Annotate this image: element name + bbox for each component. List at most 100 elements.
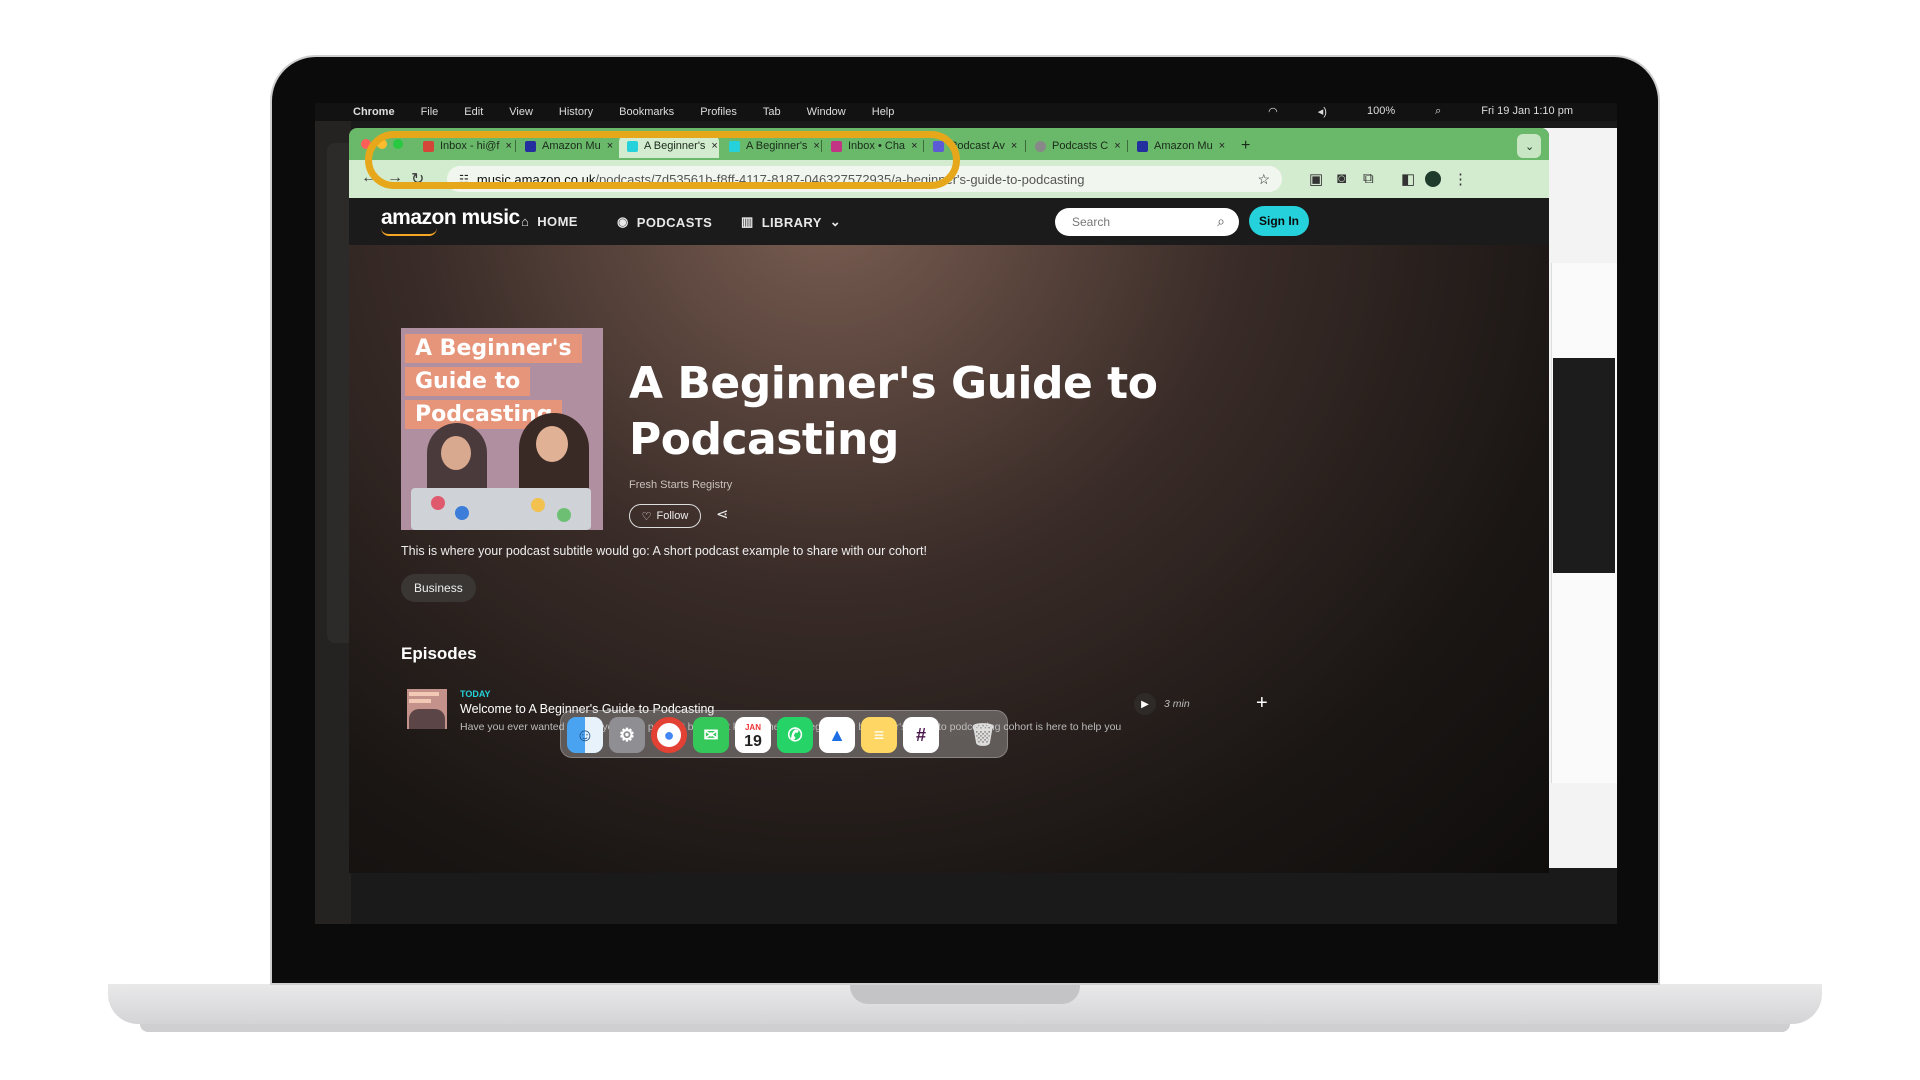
menu-help[interactable]: Help	[872, 106, 895, 118]
background-thumbnail	[1553, 358, 1615, 573]
finder-icon[interactable]: ☺	[567, 717, 603, 753]
sign-in-button[interactable]: Sign In	[1249, 206, 1309, 236]
bookmark-star-icon[interactable]: ☆	[1257, 171, 1270, 188]
sticker-icon	[531, 498, 545, 512]
tab-search-chevron-icon[interactable]: ⌄	[1517, 134, 1541, 158]
play-icon[interactable]: ▶	[1134, 693, 1156, 715]
podcast-cover-art: A Beginner's Guide to Podcasting	[401, 328, 603, 530]
messages-icon[interactable]: ✉	[693, 717, 729, 753]
nav-podcasts-label: PODCASTS	[636, 214, 713, 230]
nordvpn-icon[interactable]: ▲	[819, 717, 855, 753]
tab-divider	[1025, 140, 1026, 152]
macos-dock: ☺ ⚙ ● ✉ JAN 19 ✆ ▲ ≡ # 🗑	[560, 710, 1008, 758]
cover-title-line-2: Guide to	[405, 367, 531, 396]
amazon-music-page: amazon music ⌂ HOME ◉ PODCASTS ▥ LIBRARY	[349, 198, 1549, 873]
slack-icon[interactable]: #	[903, 717, 939, 753]
stage: Chrome File Edit View History Bookmarks …	[0, 0, 1920, 1080]
close-tab-icon[interactable]: ×	[1011, 140, 1017, 152]
cover-face-left	[441, 436, 471, 470]
volume-icon[interactable]: ◂)	[1318, 105, 1327, 118]
episodes-heading: Episodes	[401, 644, 477, 663]
sticker-icon	[455, 506, 469, 520]
battery-label[interactable]: 100%	[1367, 105, 1395, 118]
podcast-mic-icon: ◉	[617, 214, 629, 229]
episode-duration: 3 min	[1164, 698, 1190, 710]
globe-icon	[1035, 140, 1046, 152]
thumb-text-band	[409, 699, 431, 703]
tab-podcasts[interactable]: Podcasts C ×	[1027, 134, 1127, 158]
menubar-status: ◠ ◂) 100% ⌕ Fri 19 Jan 1:10 pm	[1268, 105, 1599, 118]
profile-avatar[interactable]	[1425, 171, 1441, 187]
library-icon: ▥	[741, 214, 754, 229]
add-episode-icon[interactable]: +	[1256, 692, 1268, 715]
follow-button[interactable]: ♡ Follow	[629, 504, 701, 528]
tab-divider	[1127, 140, 1128, 152]
search-input[interactable]: Search ⌕	[1055, 208, 1239, 236]
wifi-icon[interactable]: ◠	[1268, 105, 1278, 118]
cover-title-line-1: A Beginner's	[405, 334, 582, 363]
trash-icon[interactable]: 🗑	[965, 717, 1001, 753]
share-icon[interactable]: ⋖	[716, 505, 729, 523]
laptop-base-shadow	[140, 1024, 1790, 1032]
amazon-music-navbar: amazon music ⌂ HOME ◉ PODCASTS ▥ LIBRARY	[349, 198, 1549, 245]
amazon-music-icon	[1137, 140, 1148, 152]
thumb-text-band	[409, 692, 439, 696]
genre-tag[interactable]: Business	[401, 574, 476, 602]
podcast-subtitle: This is where your podcast subtitle woul…	[401, 544, 927, 558]
whatsapp-icon[interactable]: ✆	[777, 717, 813, 753]
sticker-icon	[557, 508, 571, 522]
tab-label: Podcasts C	[1052, 140, 1109, 152]
logo-text: amazon music	[381, 206, 520, 229]
search-placeholder: Search	[1072, 215, 1111, 229]
podcast-title: A Beginner's Guide to Podcasting	[629, 358, 1158, 465]
search-icon[interactable]: ⌕	[1435, 105, 1441, 118]
follow-label: Follow	[656, 510, 689, 522]
more-menu-icon[interactable]: ⋮	[1453, 170, 1468, 188]
menu-edit[interactable]: Edit	[464, 106, 483, 118]
nav-library-label: LIBRARY	[761, 214, 822, 230]
episode-thumbnail[interactable]	[407, 689, 447, 729]
url-highlight-annotation	[365, 131, 960, 189]
home-icon: ⌂	[521, 214, 530, 229]
nav-home-label: HOME	[537, 214, 578, 229]
side-panel-icon[interactable]: ◧	[1401, 170, 1415, 188]
nav-library[interactable]: ▥ LIBRARY ⌄	[741, 214, 841, 230]
menu-history[interactable]: History	[559, 106, 593, 118]
chevron-down-icon: ⌄	[829, 214, 842, 229]
laptop-notch	[850, 984, 1080, 1004]
podcast-author[interactable]: Fresh Starts Registry	[629, 479, 732, 491]
amazon-smile-icon	[381, 228, 437, 236]
new-tab-button[interactable]: +	[1233, 134, 1257, 158]
menu-profiles[interactable]: Profiles	[700, 106, 737, 118]
close-tab-icon[interactable]: ×	[1219, 140, 1225, 152]
menu-window[interactable]: Window	[807, 106, 846, 118]
laptop-screen: Chrome File Edit View History Bookmarks …	[315, 103, 1617, 924]
notes-icon[interactable]: ≡	[861, 717, 897, 753]
camera-icon[interactable]: ◙	[1337, 170, 1346, 187]
nav-podcasts[interactable]: ◉ PODCASTS	[617, 214, 712, 230]
extension-icon[interactable]: ▣	[1309, 170, 1323, 188]
chrome-window: Inbox - hi@f × Amazon Mu × A Beginner's …	[349, 128, 1549, 873]
chrome-icon[interactable]: ●	[651, 717, 687, 753]
menu-view[interactable]: View	[509, 106, 533, 118]
cover-laptops	[411, 488, 591, 530]
menu-bookmarks[interactable]: Bookmarks	[619, 106, 674, 118]
heart-icon: ♡	[641, 510, 652, 523]
menu-file[interactable]: File	[421, 106, 439, 118]
system-settings-icon[interactable]: ⚙	[609, 717, 645, 753]
search-icon[interactable]: ⌕	[1217, 213, 1225, 230]
calendar-icon[interactable]: JAN 19	[735, 717, 771, 753]
thumb-people	[409, 709, 445, 729]
calendar-day: 19	[744, 733, 762, 750]
amazon-music-logo[interactable]: amazon music	[381, 206, 520, 236]
close-tab-icon[interactable]: ×	[1114, 140, 1120, 152]
menubar-clock[interactable]: Fri 19 Jan 1:10 pm	[1481, 105, 1573, 118]
tab-label: Amazon Mu	[1154, 140, 1213, 152]
puzzle-extensions-icon[interactable]: ⧉	[1363, 170, 1374, 187]
menu-tab[interactable]: Tab	[763, 106, 781, 118]
macos-menubar: Chrome File Edit View History Bookmarks …	[315, 103, 1617, 121]
menu-app-name[interactable]: Chrome	[353, 106, 395, 118]
tab-amazon-music-2[interactable]: Amazon Mu ×	[1129, 134, 1229, 158]
episode-date: TODAY	[460, 689, 491, 699]
nav-home[interactable]: ⌂ HOME	[521, 214, 578, 229]
